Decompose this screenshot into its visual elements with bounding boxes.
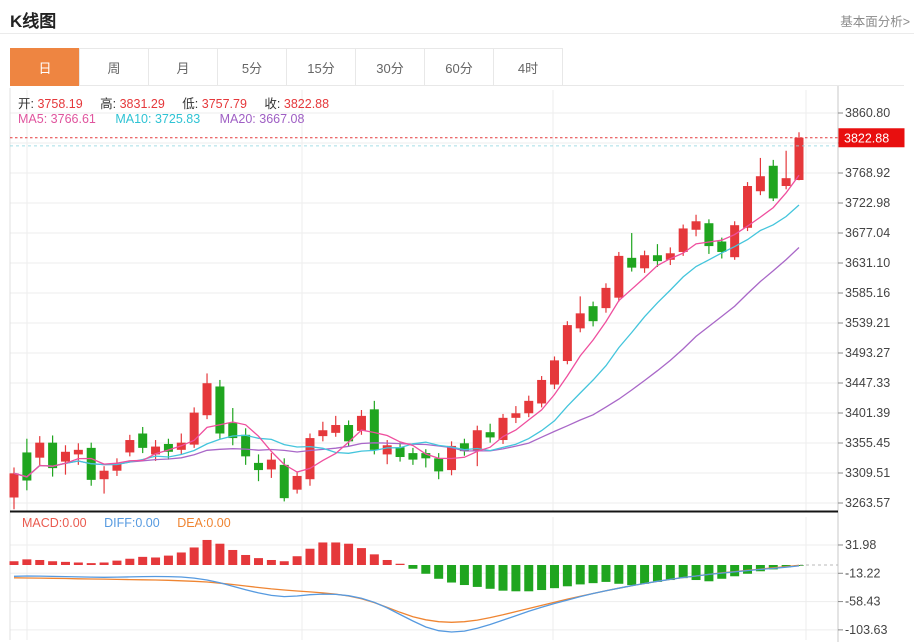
price-axis-label: 3631.10 bbox=[845, 256, 890, 270]
high-label: 高: bbox=[100, 97, 116, 111]
low-label: 低: bbox=[182, 97, 198, 111]
macd-axis-label: 31.98 bbox=[845, 538, 876, 552]
macd-axis-label: -103.63 bbox=[845, 623, 887, 637]
macd-value: MACD:0.00 bbox=[22, 516, 87, 530]
ma10-value: MA10: 3725.83 bbox=[115, 112, 200, 126]
price-axis-label: 3309.51 bbox=[845, 466, 890, 480]
diff-value: DIFF:0.00 bbox=[104, 516, 160, 530]
ma5-value: MA5: 3766.61 bbox=[18, 112, 96, 126]
close-value: 3822.88 bbox=[284, 97, 329, 111]
close-label: 收: bbox=[264, 97, 280, 111]
price-axis-label: 3539.21 bbox=[845, 316, 890, 330]
ma-info-bar: MA5: 3766.61 MA10: 3725.83 MA20: 3667.08 bbox=[18, 112, 304, 126]
macd-axis-label: -13.22 bbox=[845, 566, 880, 580]
low-value: 3757.79 bbox=[202, 97, 247, 111]
price-axis-label: 3677.04 bbox=[845, 226, 890, 240]
kline-page: K线图 基本面分析> 日周月5分15分30分60分4时 3860.803814.… bbox=[0, 0, 914, 642]
high-value: 3831.29 bbox=[120, 97, 165, 111]
price-axis-label: 3447.33 bbox=[845, 376, 890, 390]
current-price-tag-value: 3822.88 bbox=[844, 131, 889, 145]
open-value: 3758.19 bbox=[37, 97, 82, 111]
ma20-value: MA20: 3667.08 bbox=[220, 112, 305, 126]
macd-axis-label: -58.43 bbox=[845, 595, 880, 609]
price-axis-label: 3860.80 bbox=[845, 106, 890, 120]
price-axis-label: 3355.45 bbox=[845, 436, 890, 450]
open-label: 开: bbox=[18, 97, 34, 111]
price-axis-label: 3493.27 bbox=[845, 346, 890, 360]
price-axis-label: 3585.16 bbox=[845, 286, 890, 300]
price-axis-label: 3768.92 bbox=[845, 166, 890, 180]
ohlc-info-bar: 开: 3758.19 高: 3831.29 低: 3757.79 收: 3822… bbox=[18, 93, 343, 112]
macd-legend: MACD:0.00 DIFF:0.00 DEA:0.00 bbox=[22, 516, 231, 530]
price-axis-label: 3263.57 bbox=[845, 496, 890, 510]
dea-value: DEA:0.00 bbox=[177, 516, 231, 530]
price-axis-label: 3401.39 bbox=[845, 406, 890, 420]
price-axis-label: 3722.98 bbox=[845, 196, 890, 210]
